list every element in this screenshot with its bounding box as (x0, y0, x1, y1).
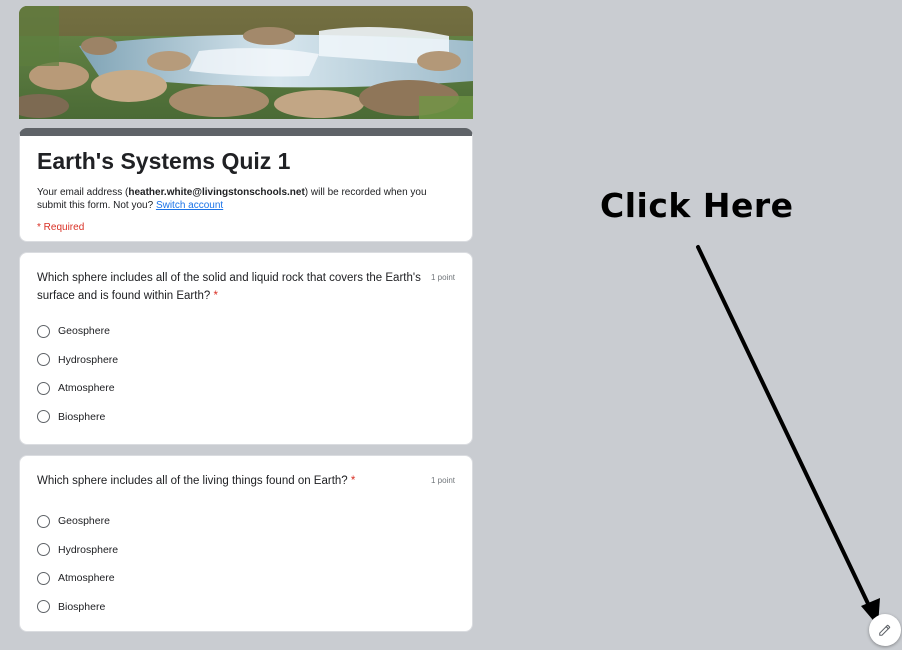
points-label: 1 point (430, 273, 455, 282)
option-biosphere[interactable]: Biosphere (37, 593, 455, 622)
click-here-annotation: Click Here (600, 186, 794, 225)
radio-button[interactable] (37, 381, 50, 395)
option-atmosphere[interactable]: Atmosphere (37, 374, 455, 403)
edit-button[interactable] (869, 614, 901, 646)
required-asterisk: * (213, 290, 218, 302)
radio-group: Geosphere Hydrosphere Atmosphere Biosphe… (37, 317, 455, 431)
radio-button[interactable] (37, 543, 50, 557)
option-biosphere[interactable]: Biosphere (37, 403, 455, 432)
option-geosphere[interactable]: Geosphere (37, 507, 455, 536)
option-atmosphere[interactable]: Atmosphere (37, 564, 455, 593)
header-banner-image (19, 6, 473, 119)
form-title: Earth's Systems Quiz 1 (37, 148, 291, 174)
switch-account-link[interactable]: Switch account (156, 200, 223, 211)
form-column: Earth's Systems Quiz 1 Your email addres… (19, 6, 473, 632)
radio-group: Geosphere Hydrosphere Atmosphere Biosphe… (37, 507, 455, 621)
required-notice: * Required (37, 222, 85, 233)
pencil-icon (879, 624, 891, 636)
question-card-2: Which sphere includes all of the living … (19, 455, 473, 632)
form-header-card: Earth's Systems Quiz 1 Your email addres… (19, 128, 473, 242)
radio-button[interactable] (37, 600, 50, 614)
option-hydrosphere[interactable]: Hydrosphere (37, 346, 455, 375)
radio-button[interactable] (37, 514, 50, 528)
question-text: Which sphere includes all of the solid a… (37, 272, 421, 302)
radio-button[interactable] (37, 324, 50, 338)
radio-button[interactable] (37, 410, 50, 424)
user-email: heather.white@livingstonschools.net (128, 187, 305, 198)
required-asterisk: * (350, 475, 356, 487)
email-notice: Your email address (heather.white@living… (37, 187, 427, 211)
radio-button[interactable] (37, 571, 50, 585)
question-text: Which sphere includes all of the living … (37, 475, 356, 487)
question-card-1: Which sphere includes all of the solid a… (19, 252, 473, 445)
radio-button[interactable] (37, 353, 50, 367)
option-hydrosphere[interactable]: Hydrosphere (37, 536, 455, 565)
points-label: 1 point (430, 476, 455, 485)
option-geosphere[interactable]: Geosphere (37, 317, 455, 346)
